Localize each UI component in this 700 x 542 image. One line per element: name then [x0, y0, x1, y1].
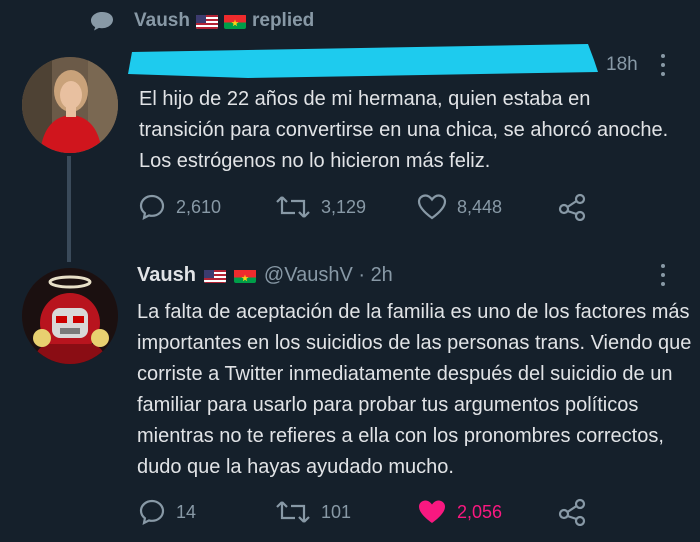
us-flag-icon — [195, 14, 218, 29]
replied-label: replied — [251, 10, 315, 31]
heart-icon — [419, 500, 445, 523]
retweet-button[interactable]: 101 — [275, 498, 351, 526]
like-count: 8,448 — [457, 196, 503, 217]
reply-bubble-icon — [139, 194, 165, 221]
reply-count: 14 — [176, 501, 197, 522]
us-flag-icon — [203, 268, 226, 283]
reply-bubble-icon — [91, 12, 113, 31]
like-button[interactable]: 8,448 — [417, 193, 502, 221]
reply-button[interactable]: 14 — [138, 498, 196, 526]
share-button[interactable] — [558, 193, 588, 221]
header-author[interactable]: Vaush — [134, 10, 190, 32]
author-handle[interactable]: @VaushV · 2h — [264, 264, 393, 287]
redacted-username — [128, 44, 598, 78]
share-button[interactable] — [558, 498, 588, 526]
share-icon — [558, 498, 586, 526]
avatar[interactable] — [22, 268, 118, 364]
tweet-text: La falta de aceptación de la familia es … — [137, 301, 692, 478]
retweet-count: 3,129 — [321, 196, 367, 217]
reply-bubble-icon — [139, 499, 165, 526]
retweet-count: 101 — [321, 501, 352, 522]
heart-icon — [417, 194, 447, 220]
retweet-icon — [276, 501, 310, 523]
author-name[interactable]: Vaush — [137, 264, 196, 287]
retweet-button[interactable]: 3,129 — [275, 193, 366, 221]
like-button[interactable]: 2,056 — [417, 498, 502, 526]
retweet-icon — [276, 196, 310, 218]
thread-line — [67, 156, 71, 262]
avatar[interactable] — [22, 57, 118, 153]
like-count: 2,056 — [457, 501, 503, 522]
more-options-icon[interactable] — [660, 264, 666, 286]
more-options-icon[interactable] — [660, 54, 666, 76]
share-icon — [558, 193, 586, 221]
tweet-text: El hijo de 22 años de mi hermana, quien … — [139, 88, 669, 172]
tweet-author-line: Vaush @VaushV · 2h — [137, 264, 393, 287]
reply-count: 2,610 — [176, 196, 222, 217]
tweet-timestamp[interactable]: 18h — [606, 54, 638, 76]
burkina-faso-flag-icon — [233, 268, 256, 283]
reply-header: Vaush replied — [90, 8, 314, 34]
burkina-faso-flag-icon — [223, 14, 246, 29]
reply-button[interactable]: 2,610 — [138, 193, 221, 221]
